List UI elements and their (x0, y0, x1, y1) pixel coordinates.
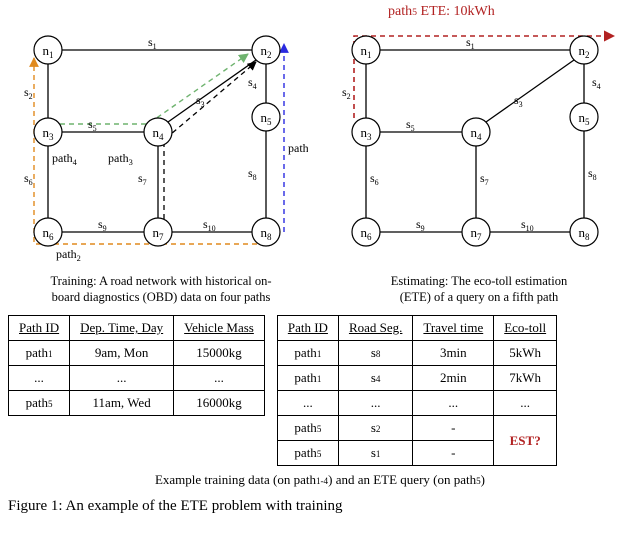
col-mass: Vehicle Mass (174, 316, 265, 341)
label-s1: s1 (148, 35, 157, 51)
svg-text:s1: s1 (466, 35, 475, 51)
table-row: path5 11am, Wed 16000kg (9, 391, 265, 416)
table-row: path1 s8 3min 5kWh (277, 341, 556, 366)
label-s3: s3 (196, 93, 205, 109)
label-path3: path3 (108, 151, 133, 167)
col-roadseg: Road Seg. (338, 316, 412, 341)
svg-text:s6: s6 (370, 171, 379, 187)
label-s9: s9 (98, 217, 107, 233)
node-n1-r: n1 (352, 36, 380, 64)
node-n2: n2 (252, 36, 280, 64)
svg-text:s8: s8 (588, 166, 597, 182)
svg-text:s7: s7 (480, 171, 489, 187)
svg-text:s4: s4 (592, 75, 601, 91)
tables-caption: Example training data (on path1-4) and a… (8, 472, 632, 488)
col-deptime: Dep. Time, Day (70, 316, 174, 341)
svg-text:s2: s2 (342, 85, 351, 101)
node-n6: n6 (34, 218, 62, 246)
table-header-row: Path ID Dep. Time, Day Vehicle Mass (9, 316, 265, 341)
label-s4: s4 (248, 75, 257, 91)
edge-s3 (168, 60, 256, 122)
label-path1: path1 (288, 141, 308, 157)
est-cell: EST? (494, 416, 557, 466)
figure-caption: Figure 1: An example of the ETE problem … (8, 498, 632, 515)
right-graph-panel: n1 n2 n3 n4 n5 n6 n7 n8 s1 s2 s3 s4 s5 s… (326, 22, 632, 305)
table-row: path1 s4 2min 7kWh (277, 366, 556, 391)
left-graph-svg: n1 n2 n3 n4 n5 n6 n7 n8 s1 s2 s3 s4 s5 s… (8, 22, 308, 272)
tables-row: Path ID Dep. Time, Day Vehicle Mass path… (8, 315, 632, 466)
label-path2: path2 (56, 247, 81, 263)
training-table: Path ID Dep. Time, Day Vehicle Mass path… (8, 315, 265, 416)
node-n4: n4 (144, 118, 172, 146)
table-header-row: Path ID Road Seg. Travel time Eco-toll (277, 316, 556, 341)
col-pathid2: Path ID (277, 316, 338, 341)
label-s7: s7 (138, 171, 147, 187)
path5-ete-annotation: path5 ETE: 10kWh (388, 4, 495, 20)
node-n8-r: n8 (570, 218, 598, 246)
node-n4-r: n4 (462, 118, 490, 146)
label-s8: s8 (248, 166, 257, 182)
svg-text:s5: s5 (406, 117, 415, 133)
path3-overlay (164, 62, 256, 228)
node-n6-r: n6 (352, 218, 380, 246)
node-n3-r: n3 (352, 118, 380, 146)
label-s6: s6 (24, 171, 33, 187)
right-graph-caption: Estimating: The eco-toll estimation (ETE… (326, 274, 632, 305)
table-row: ......... (9, 366, 265, 391)
node-n3: n3 (34, 118, 62, 146)
node-n8: n8 (252, 218, 280, 246)
table-row: path1 9am, Mon 15000kg (9, 341, 265, 366)
col-ecotoll: Eco-toll (494, 316, 557, 341)
table-row: path5 s2 - EST? (277, 416, 556, 441)
node-n7-r: n7 (462, 218, 490, 246)
path4-overlay (60, 54, 248, 124)
query-table: Path ID Road Seg. Travel time Eco-toll p… (277, 315, 557, 466)
node-n7: n7 (144, 218, 172, 246)
graphs-row: n1 n2 n3 n4 n5 n6 n7 n8 s1 s2 s3 s4 s5 s… (8, 22, 632, 305)
left-graph-caption: Training: A road network with historical… (8, 274, 314, 305)
left-graph-panel: n1 n2 n3 n4 n5 n6 n7 n8 s1 s2 s3 s4 s5 s… (8, 22, 314, 305)
node-n1: n1 (34, 36, 62, 64)
table-row: ............ (277, 391, 556, 416)
label-s10: s10 (203, 217, 216, 233)
svg-text:s9: s9 (416, 217, 425, 233)
label-s5: s5 (88, 117, 97, 133)
right-graph-svg: n1 n2 n3 n4 n5 n6 n7 n8 s1 s2 s3 s4 s5 s… (326, 22, 626, 272)
node-n5-r: n5 (570, 103, 598, 131)
node-n5: n5 (252, 103, 280, 131)
svg-text:s10: s10 (521, 217, 534, 233)
label-path4: path4 (52, 151, 78, 167)
col-pathid: Path ID (9, 316, 70, 341)
svg-text:s3: s3 (514, 93, 523, 109)
node-n2-r: n2 (570, 36, 598, 64)
label-s2: s2 (24, 85, 33, 101)
col-traveltime: Travel time (413, 316, 494, 341)
